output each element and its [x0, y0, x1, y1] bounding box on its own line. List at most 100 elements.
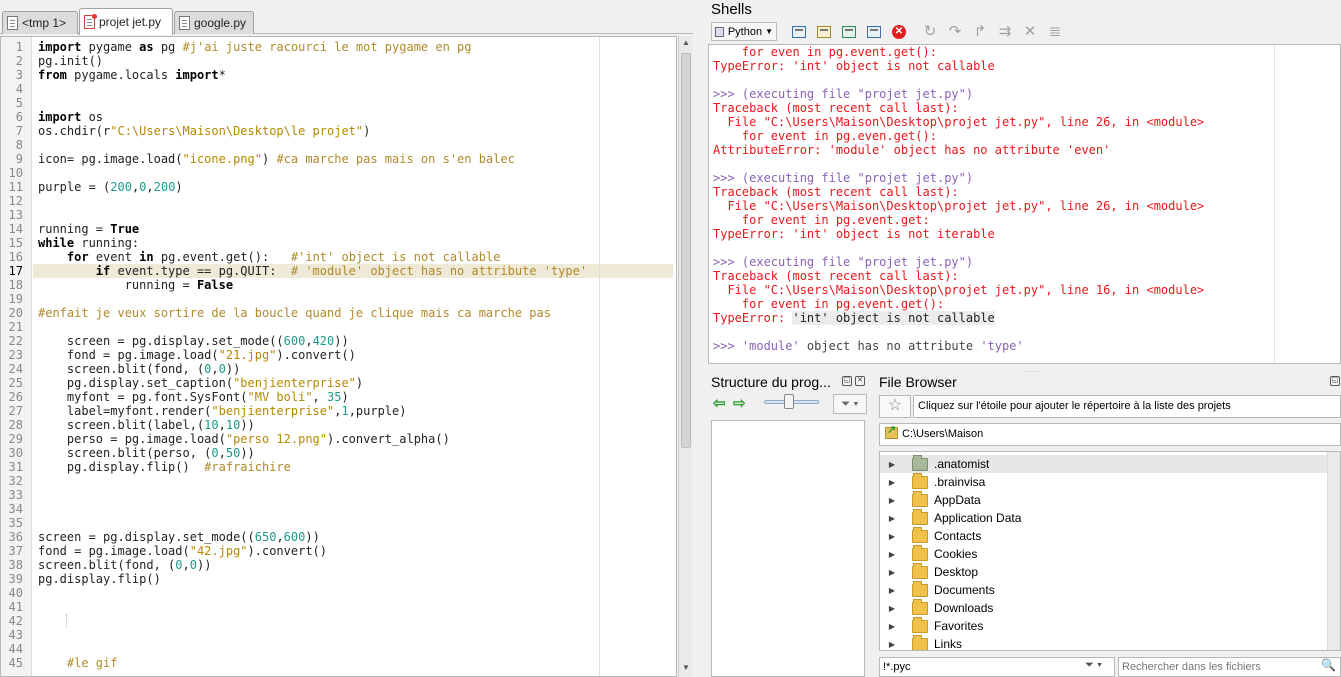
- star-icon: ☆: [887, 397, 903, 414]
- expand-arrow-icon[interactable]: ▶: [880, 478, 904, 487]
- code-editor[interactable]: 1 2 3 4 5 6 7 8 9 10 11 12 13 14 15 16 17 18 19 20 21 22 23 24 2…: [0, 36, 677, 677]
- line-number: 39: [8, 572, 23, 586]
- shell-language-select[interactable]: Python ▼: [711, 22, 777, 41]
- line-number: 7: [15, 124, 23, 138]
- file-tree-item[interactable]: ▶ Desktop: [880, 562, 1330, 581]
- code-line: from pygame.locals import*: [38, 68, 226, 82]
- expand-arrow-icon[interactable]: ▶: [880, 532, 904, 541]
- undock-icon[interactable]: ◱: [842, 376, 852, 386]
- expand-arrow-icon[interactable]: ▶: [880, 460, 904, 469]
- scrollbar-thumb[interactable]: [681, 53, 691, 448]
- stop-button[interactable]: ✕: [890, 23, 908, 41]
- star-button[interactable]: ☆: [879, 395, 911, 418]
- file-tree-item[interactable]: ▶ Favorites: [880, 616, 1330, 635]
- tab-tmp1[interactable]: <tmp 1>: [2, 11, 78, 34]
- scroll-up-arrow-icon[interactable]: ▲: [679, 36, 693, 50]
- file-tree-item[interactable]: ▶ Links: [880, 634, 1330, 650]
- expand-arrow-icon[interactable]: ▶: [880, 568, 904, 577]
- projects-dropdown[interactable]: Cliquez sur l'étoile pour ajouter le rép…: [913, 395, 1341, 418]
- line-number: 26: [8, 390, 23, 404]
- structure-title: Structure du prog...: [711, 374, 831, 390]
- step-button[interactable]: ↷: [946, 23, 964, 41]
- file-search-input[interactable]: Rechercher dans les fichiers: [1118, 657, 1341, 677]
- filter-icon[interactable]: ⏷ ▾: [1085, 659, 1102, 672]
- line-number: 6: [15, 110, 23, 124]
- forward-arrow-icon[interactable]: ⇨: [733, 396, 746, 411]
- run-button[interactable]: ↻: [921, 23, 939, 41]
- list-button[interactable]: ≣: [1046, 23, 1064, 41]
- indent-guide: [66, 614, 67, 628]
- shell-output-line: >>> (executing file "projet jet.py"): [713, 255, 974, 269]
- back-arrow-icon[interactable]: ⇦: [713, 396, 726, 411]
- code-line: icon= pg.image.load("icone.png") #ca mar…: [38, 152, 515, 166]
- expand-arrow-icon[interactable]: ▶: [880, 550, 904, 559]
- code-line: screen.blit(perso, (0,50)): [38, 446, 255, 460]
- expand-arrow-icon[interactable]: ▶: [880, 622, 904, 631]
- code-line: screen = pg.display.set_mode((650,600)): [38, 530, 320, 544]
- line-number: 8: [15, 138, 23, 152]
- line-number: 20: [8, 306, 23, 320]
- file-tree-item[interactable]: ▶ Downloads: [880, 598, 1330, 617]
- structure-tree[interactable]: [711, 420, 865, 677]
- file-tree[interactable]: ▶ .anatomist ▶ .brainvisa ▶ AppData ▶ Applicati…: [879, 451, 1341, 651]
- undock-icon[interactable]: ◱: [1330, 376, 1340, 386]
- splitter-handle[interactable]: .....: [708, 364, 1341, 374]
- expand-arrow-icon[interactable]: ▶: [880, 604, 904, 613]
- expand-arrow-icon[interactable]: ▶: [880, 496, 904, 505]
- open-button[interactable]: [815, 23, 833, 41]
- file-tree-item[interactable]: ▶ Application Data: [880, 508, 1330, 527]
- code-line: screen.blit(fond, (0,0)): [38, 558, 212, 572]
- folder-icon: [912, 508, 928, 525]
- line-number: 19: [8, 292, 23, 306]
- editor-scrollbar[interactable]: ▲ ▼: [678, 36, 692, 677]
- shell-output-line: TypeError: 'int' object is not iterable: [713, 227, 995, 241]
- shell-output-line: for even in pg.event.get():: [713, 45, 937, 59]
- line-number: 31: [8, 460, 23, 474]
- line-number: 37: [8, 544, 23, 558]
- close-debug-button[interactable]: ✕: [1021, 23, 1039, 41]
- line-number: 14: [8, 222, 23, 236]
- file-icon: [7, 16, 18, 30]
- shell-output-line: Traceback (most recent call last):: [713, 101, 959, 115]
- step-in-button[interactable]: ↱: [971, 23, 989, 41]
- reload-button[interactable]: [840, 23, 858, 41]
- line-number: 35: [8, 516, 23, 530]
- structure-filter-button[interactable]: ⏷ ▾: [833, 394, 867, 414]
- tab-google[interactable]: google.py: [174, 11, 254, 34]
- line-number: 45: [8, 656, 23, 670]
- file-tree-item[interactable]: ▶ Documents: [880, 580, 1330, 599]
- file-tree-item[interactable]: ▶ Cookies: [880, 544, 1330, 563]
- close-icon[interactable]: ✕: [855, 376, 865, 386]
- expand-arrow-icon[interactable]: ▶: [880, 514, 904, 523]
- line-number: 36: [8, 530, 23, 544]
- file-tree-scrollbar[interactable]: [1327, 452, 1340, 650]
- expand-arrow-icon[interactable]: ▶: [880, 586, 904, 595]
- folder-icon: [912, 616, 928, 633]
- file-tree-item[interactable]: ▶ AppData: [880, 490, 1330, 509]
- step-out-icon: ⇉: [998, 23, 1012, 40]
- scroll-down-arrow-icon[interactable]: ▼: [679, 661, 693, 675]
- window-button[interactable]: [865, 23, 883, 41]
- file-tree-label: .anatomist: [934, 457, 990, 471]
- slider-knob[interactable]: [784, 394, 794, 409]
- search-icon[interactable]: 🔍: [1321, 658, 1336, 672]
- path-field[interactable]: C:\Users\Maison: [879, 423, 1341, 446]
- line-number: 17: [8, 264, 23, 278]
- file-filter-input[interactable]: !*.pyc: [879, 657, 1115, 677]
- shell-output[interactable]: for even in pg.event.get(): TypeError: 'i…: [708, 44, 1341, 364]
- line-number: 15: [8, 236, 23, 250]
- file-tree-item[interactable]: ▶ Contacts: [880, 526, 1330, 545]
- file-tree-label: Cookies: [934, 547, 978, 561]
- file-tree-item[interactable]: ▶ .anatomist: [880, 454, 1330, 473]
- line-number: 43: [8, 628, 23, 642]
- line-number: 9: [15, 152, 23, 166]
- new-shell-button[interactable]: [790, 23, 808, 41]
- expand-arrow-icon[interactable]: ▶: [880, 640, 904, 649]
- shell-toolbar: Python ▼ ✕ ↻ ↷ ↱ ⇉ ✕ ≣: [711, 22, 1341, 42]
- tab-projet-jet[interactable]: projet jet.py: [79, 8, 173, 35]
- open-icon: [817, 26, 831, 38]
- line-number: 41: [8, 600, 23, 614]
- step-out-button[interactable]: ⇉: [996, 23, 1014, 41]
- file-tree-item[interactable]: ▶ .brainvisa: [880, 472, 1330, 491]
- file-browser-title: File Browser: [879, 374, 957, 390]
